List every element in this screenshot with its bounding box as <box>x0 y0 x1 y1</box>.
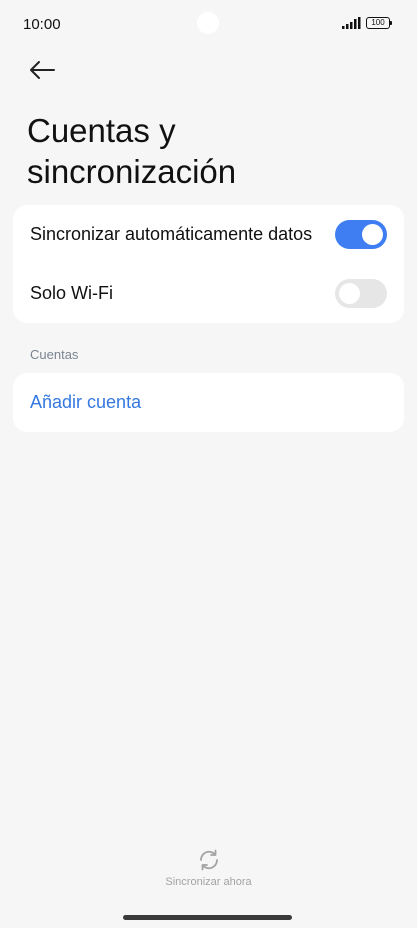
battery-icon: 100 <box>366 17 390 29</box>
camera-cutout <box>197 12 219 34</box>
sync-now-button[interactable]: Sincronizar ahora <box>0 848 417 888</box>
accounts-card: Añadir cuenta <box>13 373 404 432</box>
auto-sync-toggle[interactable] <box>335 220 387 249</box>
sync-now-label: Sincronizar ahora <box>165 876 252 888</box>
arrow-left-icon <box>30 61 55 79</box>
sync-icon <box>199 849 218 871</box>
add-account-button[interactable]: Añadir cuenta <box>13 373 404 432</box>
toggle-knob <box>362 224 383 245</box>
wifi-only-row[interactable]: Solo Wi-Fi <box>13 264 404 323</box>
home-indicator[interactable] <box>123 915 292 920</box>
status-time: 10:00 <box>23 16 61 33</box>
auto-sync-label: Sincronizar automáticamente datos <box>30 224 313 244</box>
back-button[interactable] <box>24 54 60 86</box>
wifi-only-toggle[interactable] <box>335 279 387 308</box>
add-account-label: Añadir cuenta <box>30 392 142 412</box>
accounts-section-header: Cuentas <box>30 347 79 362</box>
wifi-only-label: Solo Wi-Fi <box>30 283 114 303</box>
toggle-knob <box>339 283 360 304</box>
signal-icon <box>342 17 361 29</box>
battery-tip <box>390 21 392 25</box>
status-bar: 10:00 100 <box>0 0 417 48</box>
auto-sync-row[interactable]: Sincronizar automáticamente datos <box>13 205 404 264</box>
page-title: Cuentas y sincronización <box>27 112 237 190</box>
sync-settings-card: Sincronizar automáticamente datos Solo W… <box>13 205 404 323</box>
